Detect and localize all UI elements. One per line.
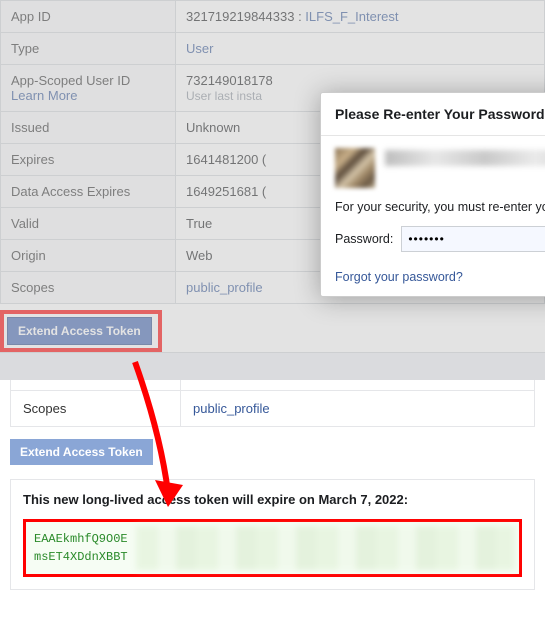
label-user-id: App-Scoped User ID <box>11 73 130 88</box>
learn-more-link[interactable]: Learn More <box>11 88 77 103</box>
username-blurred <box>385 150 545 166</box>
token-blurred-region <box>136 526 515 570</box>
password-label: Password: <box>335 232 393 246</box>
dialog-title: Please Re-enter Your Password <box>321 93 545 136</box>
app-id-value: 321719219844333 <box>186 9 294 24</box>
label-type: Type <box>1 33 176 65</box>
scopes-link[interactable]: public_profile <box>186 280 263 295</box>
label-scopes: Scopes <box>1 272 176 304</box>
label-data-access-expires: Data Access Expires <box>1 176 176 208</box>
row-scopes-lower <box>11 380 535 390</box>
avatar <box>335 148 375 188</box>
result-title: This new long-lived access token will ex… <box>23 492 522 507</box>
scopes-link-lower[interactable]: public_profile <box>193 401 270 416</box>
lower-table: Scopes public_profile <box>10 380 535 427</box>
result-panel: This new long-lived access token will ex… <box>10 479 535 590</box>
label-scopes-lower: Scopes <box>11 390 181 426</box>
password-input[interactable] <box>401 226 545 252</box>
highlight-box-token: EAAEkmhfQ9O0E msET4XDdnXBBT <box>23 519 522 577</box>
extend-access-token-button[interactable]: Extend Access Token <box>7 317 152 345</box>
type-link[interactable]: User <box>186 41 213 56</box>
highlight-box-extend-button: Extend Access Token <box>0 310 162 352</box>
label-origin: Origin <box>1 240 176 272</box>
label-valid: Valid <box>1 208 176 240</box>
user-id-subtext: User last insta <box>186 89 262 103</box>
row-app-id: App ID 321719219844333 : ILFS_F_Interest <box>1 1 545 33</box>
row-type: Type User <box>1 33 545 65</box>
password-dialog: Please Re-enter Your Password For your s… <box>320 92 545 297</box>
label-expires: Expires <box>1 144 176 176</box>
user-id-value: 732149018178 <box>186 73 273 88</box>
security-text: For your security, you must re-enter you <box>335 200 545 214</box>
extend-access-token-button-lower[interactable]: Extend Access Token <box>10 439 153 465</box>
row-scopes-lower-2: Scopes public_profile <box>11 390 535 426</box>
label-issued: Issued <box>1 112 176 144</box>
forgot-password-link[interactable]: Forgot your password? <box>335 270 545 284</box>
section-divider <box>0 352 545 380</box>
app-name-link[interactable]: ILFS_F_Interest <box>305 9 398 24</box>
label-app-id: App ID <box>1 1 176 33</box>
